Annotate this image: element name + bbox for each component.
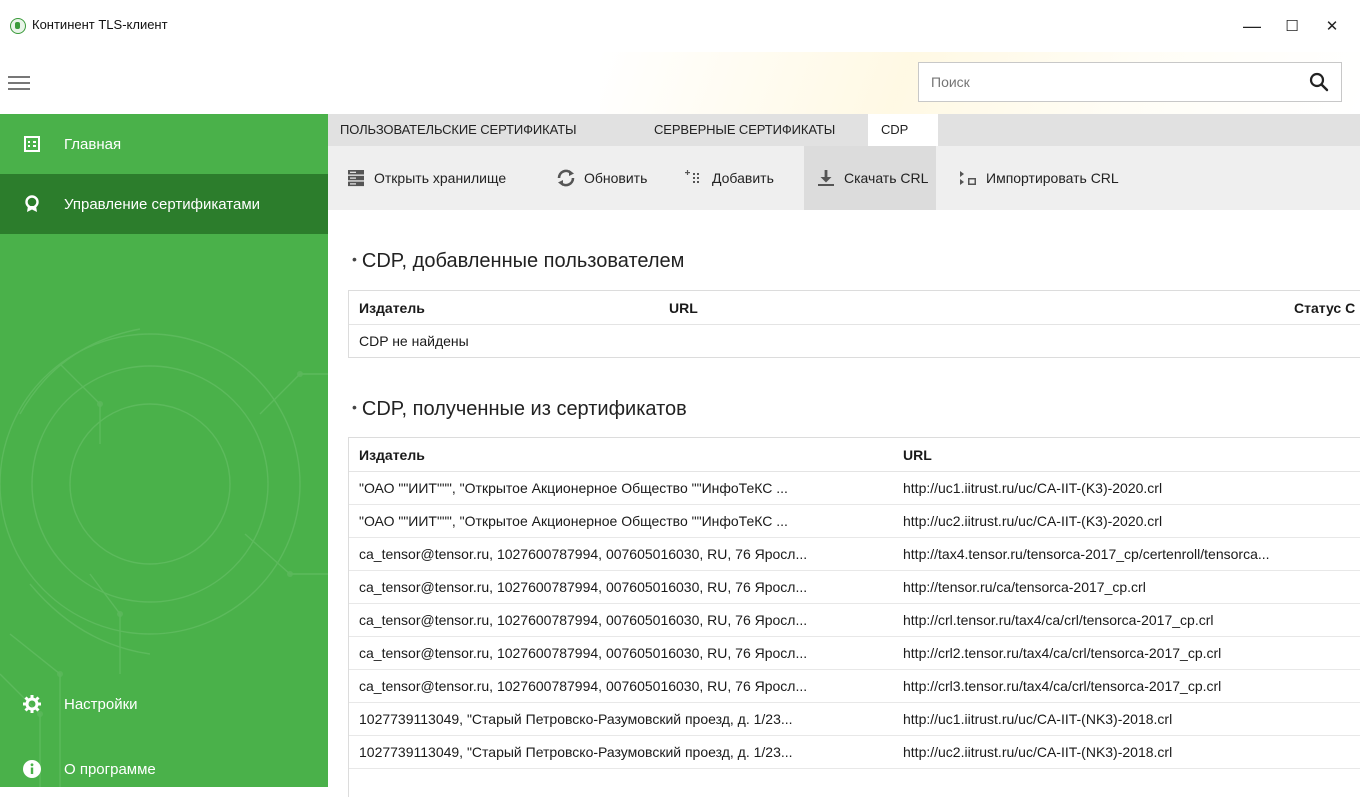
sidebar-item-settings[interactable]: Настройки bbox=[0, 674, 328, 734]
table-header: Издатель URL Статус С bbox=[349, 291, 1360, 325]
search-icon[interactable] bbox=[1309, 72, 1329, 92]
download-crl-label: Скачать CRL bbox=[844, 170, 929, 186]
table-row[interactable]: 1027739113049, "Старый Петровско-Разумов… bbox=[349, 736, 1360, 769]
issuer-cell: ca_tensor@tensor.ru, 1027600787994, 0076… bbox=[359, 678, 808, 694]
table-row[interactable]: ca_tensor@tensor.ru, 1027600787994, 0076… bbox=[349, 538, 1360, 571]
search-input[interactable] bbox=[919, 63, 1299, 101]
table-row[interactable]: 1027739113049, "Старый Петровско-Разумов… bbox=[349, 703, 1360, 736]
url-cell: http://uc2.iitrust.ru/uc/CA-IIT-(NK3)-20… bbox=[903, 744, 1173, 760]
column-header-url[interactable]: URL bbox=[669, 291, 698, 325]
column-header-url[interactable]: URL bbox=[903, 438, 932, 472]
table-row[interactable]: ca_tensor@tensor.ru, 1027600787994, 0076… bbox=[349, 571, 1360, 604]
url-cell: http://tensor.ru/ca/tensorca-2017_cp.crl bbox=[903, 579, 1146, 595]
url-cell: http://uc2.iitrust.ru/uc/CA-IIT-(K3)-202… bbox=[903, 513, 1163, 529]
section-title-user-cdp[interactable]: • CDP, добавленные пользователем bbox=[352, 250, 684, 273]
sidebar-item-label: О программе bbox=[64, 760, 156, 778]
collapse-bullet-icon[interactable]: • bbox=[352, 251, 357, 267]
url-cell: http://uc1.iitrust.ru/uc/CA-IIT-(NK3)-20… bbox=[903, 711, 1173, 727]
header-bar bbox=[0, 52, 1360, 114]
table-row[interactable]: ca_tensor@tensor.ru, 1027600787994, 0076… bbox=[349, 604, 1360, 637]
empty-message: CDP не найдены bbox=[359, 333, 469, 349]
open-store-label: Открыть хранилище bbox=[374, 170, 507, 186]
certificate-icon bbox=[23, 195, 41, 213]
app-logo-icon bbox=[10, 18, 26, 34]
home-grid-icon bbox=[23, 135, 41, 153]
storage-icon bbox=[346, 168, 366, 188]
issuer-cell: "ОАО ""ИИТ""", "Открытое Акционерное Общ… bbox=[359, 513, 788, 529]
table-empty-row: CDP не найдены bbox=[349, 325, 1360, 358]
table-header: Издатель URL bbox=[349, 438, 1360, 472]
issuer-cell: ca_tensor@tensor.ru, 1027600787994, 0076… bbox=[359, 612, 808, 628]
search-box[interactable] bbox=[918, 62, 1342, 102]
sidebar-item-certificates[interactable]: Управление сертификатами bbox=[0, 174, 328, 234]
issuer-cell: ca_tensor@tensor.ru, 1027600787994, 0076… bbox=[359, 546, 808, 562]
table-row[interactable]: ca_tensor@tensor.ru, 1027600787994, 0076… bbox=[349, 637, 1360, 670]
toolbar: Открыть хранилище Обновить Добавить Скач… bbox=[328, 146, 1360, 210]
info-icon bbox=[23, 760, 41, 778]
tab-user-certificates[interactable]: ПОЛЬЗОВАТЕЛЬСКИЕ СЕРТИФИКАТЫ bbox=[328, 114, 586, 146]
issuer-cell: ca_tensor@tensor.ru, 1027600787994, 0076… bbox=[359, 645, 808, 661]
collapse-bullet-icon[interactable]: • bbox=[352, 399, 357, 415]
refresh-label: Обновить bbox=[584, 170, 648, 186]
url-cell: http://crl3.tensor.ru/tax4/ca/crl/tensor… bbox=[903, 678, 1222, 694]
tab-cdp[interactable]: CDP bbox=[868, 114, 938, 146]
url-cell: http://crl2.tensor.ru/tax4/ca/crl/tensor… bbox=[903, 645, 1222, 661]
import-crl-button[interactable]: Импортировать CRL bbox=[958, 146, 1119, 210]
section-title-text: CDP, полученные из сертификатов bbox=[361, 398, 687, 420]
title-bar: Континент TLS-клиент — ☐ ✕ bbox=[0, 0, 1360, 52]
close-button[interactable]: ✕ bbox=[1312, 10, 1352, 42]
add-label: Добавить bbox=[712, 170, 774, 186]
menu-hamburger-icon[interactable] bbox=[8, 76, 30, 90]
maximize-button[interactable]: ☐ bbox=[1272, 10, 1312, 42]
user-cdp-table: Издатель URL Статус С CDP не найдены bbox=[348, 290, 1360, 358]
column-header-status[interactable]: Статус С bbox=[1294, 291, 1355, 325]
sidebar-item-label: Управление сертификатами bbox=[64, 195, 261, 213]
refresh-button[interactable]: Обновить bbox=[556, 146, 647, 210]
issuer-cell: "ОАО ""ИИТ""", "Открытое Акционерное Общ… bbox=[359, 480, 788, 496]
sidebar: Главная Управление сертификатами Настрой… bbox=[0, 114, 328, 787]
table-row[interactable]: "ОАО ""ИИТ""", "Открытое Акционерное Общ… bbox=[349, 472, 1360, 505]
section-title-cert-cdp[interactable]: • CDP, полученные из сертификатов bbox=[352, 398, 687, 421]
add-button[interactable]: Добавить bbox=[684, 146, 774, 210]
minimize-button[interactable]: — bbox=[1232, 10, 1272, 42]
table-row[interactable]: "ОАО ""ИИТ""", "Открытое Акционерное Общ… bbox=[349, 505, 1360, 538]
sidebar-item-label: Главная bbox=[64, 135, 122, 153]
table-row[interactable]: ca_tensor@tensor.ru, 1027600787994, 0076… bbox=[349, 670, 1360, 703]
sidebar-item-home[interactable]: Главная bbox=[0, 114, 328, 174]
tab-bar: ПОЛЬЗОВАТЕЛЬСКИЕ СЕРТИФИКАТЫ СЕРВЕРНЫЕ С… bbox=[328, 114, 1360, 146]
sidebar-item-about[interactable]: О программе bbox=[0, 739, 328, 787]
open-store-button[interactable]: Открыть хранилище bbox=[346, 146, 506, 210]
column-header-issuer[interactable]: Издатель bbox=[359, 291, 425, 325]
url-cell: http://crl.tensor.ru/tax4/ca/crl/tensorc… bbox=[903, 612, 1214, 628]
download-crl-button[interactable]: Скачать CRL bbox=[804, 146, 937, 210]
cert-cdp-table: Издатель URL "ОАО ""ИИТ""", "Открытое Ак… bbox=[348, 437, 1360, 797]
url-cell: http://tax4.tensor.ru/tensorca-2017_cp/c… bbox=[903, 546, 1270, 562]
import-icon bbox=[958, 168, 978, 188]
refresh-icon bbox=[556, 168, 576, 188]
section-title-text: CDP, добавленные пользователем bbox=[361, 250, 685, 272]
column-header-issuer[interactable]: Издатель bbox=[359, 438, 425, 472]
issuer-cell: 1027739113049, "Старый Петровско-Разумов… bbox=[359, 711, 793, 727]
gear-icon bbox=[23, 695, 41, 713]
tab-server-certificates[interactable]: СЕРВЕРНЫЕ СЕРТИФИКАТЫ bbox=[644, 114, 845, 146]
import-crl-label: Импортировать CRL bbox=[986, 170, 1119, 186]
add-list-icon bbox=[684, 168, 704, 188]
window-title: Континент TLS-клиент bbox=[32, 17, 168, 32]
sidebar-item-label: Настройки bbox=[64, 695, 138, 713]
url-cell: http://uc1.iitrust.ru/uc/CA-IIT-(K3)-202… bbox=[903, 480, 1163, 496]
issuer-cell: 1027739113049, "Старый Петровско-Разумов… bbox=[359, 744, 793, 760]
download-icon bbox=[816, 168, 836, 188]
issuer-cell: ca_tensor@tensor.ru, 1027600787994, 0076… bbox=[359, 579, 808, 595]
